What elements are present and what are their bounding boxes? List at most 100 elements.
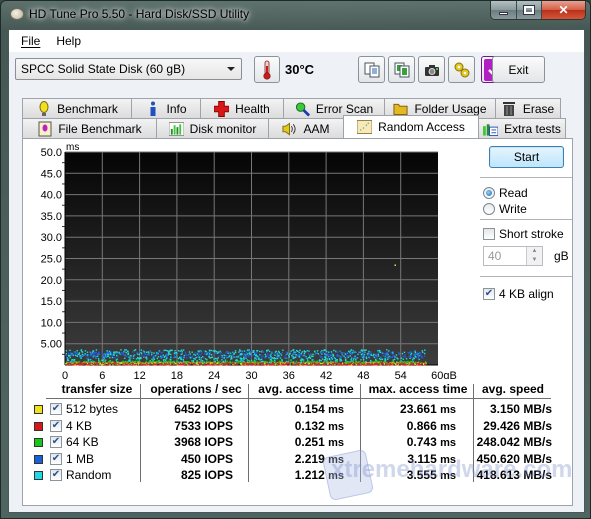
data-point [374, 360, 377, 363]
tab-aam[interactable]: AAM [268, 118, 344, 138]
data-point [415, 363, 418, 366]
tab-info[interactable]: Info [131, 98, 201, 118]
data-point [229, 351, 231, 354]
data-point [423, 352, 426, 355]
x-tick-label: 54 [395, 370, 407, 379]
tab-health[interactable]: Health [200, 98, 284, 118]
menu-file[interactable]: File [13, 34, 48, 48]
data-point [377, 351, 380, 353]
tab-erase[interactable]: Erase [495, 98, 561, 118]
data-point [272, 357, 275, 360]
minimize-button[interactable] [491, 1, 517, 19]
data-point [184, 351, 187, 354]
series-checkbox[interactable]: ✔ [50, 403, 62, 415]
data-point [281, 363, 283, 365]
data-point [90, 352, 92, 355]
data-point [216, 362, 218, 364]
data-point [250, 361, 252, 363]
operations-value: 450 IOPS [180, 451, 233, 466]
tab-disk-monitor[interactable]: Disk monitor [156, 118, 269, 138]
data-point [300, 357, 302, 359]
data-point [208, 356, 210, 358]
data-point [355, 358, 357, 361]
align-checkbox[interactable]: ✔ 4 KB align [483, 287, 554, 301]
exit-button[interactable]: Exit [492, 56, 545, 83]
data-point [410, 354, 412, 356]
data-point [97, 358, 100, 360]
menu-help[interactable]: Help [48, 34, 89, 48]
options-button[interactable] [448, 56, 475, 83]
write-radio[interactable]: Write [483, 202, 527, 216]
spin-up-icon[interactable]: ▲ [527, 247, 542, 256]
data-point [90, 363, 92, 365]
folder-icon [393, 101, 408, 116]
data-point [289, 351, 292, 354]
data-point [249, 354, 252, 357]
title-bar[interactable]: HD Tune Pro 5.50 - Hard Disk/SSD Utility… [1, 1, 591, 29]
data-point [217, 352, 219, 354]
series-checkbox[interactable]: ✔ [50, 452, 62, 465]
x-tick-label: 36 [283, 370, 295, 379]
data-point [205, 361, 208, 363]
data-point [138, 353, 140, 356]
data-point [69, 356, 71, 359]
data-point [197, 354, 200, 357]
temperature-button[interactable] [254, 56, 280, 83]
series-checkbox[interactable]: ✔ [50, 469, 62, 481]
data-point [180, 349, 183, 351]
data-point [227, 356, 229, 359]
data-point [153, 356, 156, 359]
series-checkbox[interactable]: ✔ [50, 436, 62, 448]
data-point [314, 353, 316, 356]
data-point [221, 359, 223, 361]
maximize-icon [523, 5, 535, 15]
data-point [299, 349, 301, 352]
data-point [282, 349, 284, 351]
data-point [126, 355, 128, 358]
data-point [302, 362, 305, 365]
data-point [278, 351, 281, 354]
data-point [117, 363, 120, 365]
x-tick-label: 48 [357, 370, 369, 379]
data-point-outlier [394, 264, 396, 266]
series-color-swatch [34, 405, 43, 414]
drive-select[interactable]: SPCC Solid State Disk (60 gB) [15, 58, 242, 80]
data-point [339, 356, 342, 359]
data-point [253, 360, 255, 363]
tab-extra-tests[interactable]: Extra tests [478, 118, 566, 138]
data-point [207, 352, 209, 354]
data-point [256, 357, 258, 359]
short-stroke-checkbox[interactable]: Short stroke [483, 227, 564, 241]
start-button[interactable]: Start [489, 146, 564, 168]
data-point [74, 361, 77, 363]
data-point [276, 356, 279, 358]
data-point [252, 363, 254, 366]
separator [480, 177, 572, 178]
data-point [129, 363, 131, 366]
close-button[interactable]: ✕ [542, 1, 585, 19]
data-point [199, 351, 202, 353]
short-stroke-stepper[interactable]: ▲ ▼ [526, 247, 542, 265]
data-point [141, 354, 143, 357]
read-radio[interactable]: Read [483, 186, 528, 200]
data-point [300, 360, 302, 363]
data-point [105, 354, 108, 356]
data-point [166, 363, 168, 365]
screenshot-button[interactable] [418, 56, 445, 83]
data-point [109, 353, 111, 356]
y-tick-label: 30.0 [41, 232, 62, 244]
operations-value: 825 IOPS [180, 468, 233, 482]
data-point [352, 359, 355, 361]
copy-text-button[interactable] [358, 56, 385, 83]
spin-down-icon[interactable]: ▼ [527, 256, 542, 265]
maximize-button[interactable] [517, 1, 542, 19]
max-access-value: 0.866 ms [406, 418, 456, 433]
tab-file-benchmark[interactable]: File Benchmark [22, 118, 157, 138]
tab-random-access[interactable]: Random Access [343, 115, 479, 138]
tab-benchmark[interactable]: Benchmark [22, 98, 132, 118]
series-checkbox[interactable]: ✔ [50, 419, 62, 432]
data-point [424, 349, 426, 351]
copy-screenshot-button[interactable] [388, 56, 415, 83]
data-point [409, 351, 411, 354]
data-point [307, 353, 310, 355]
